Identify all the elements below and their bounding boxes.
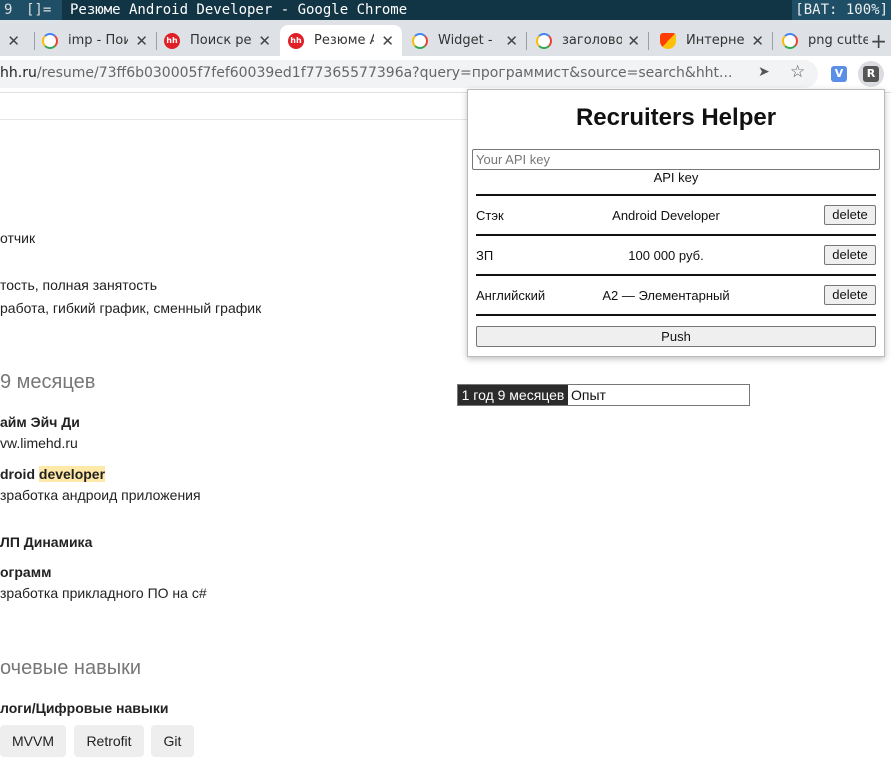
extension-recruiters-helper-button[interactable]: R — [858, 61, 884, 87]
job-role-prefix: droid — [0, 466, 39, 482]
field-value: A2 — Элементарный — [602, 288, 730, 303]
field-row-stack: Стэк Android Developer delete — [476, 205, 876, 227]
tab-title: imp - Пои — [68, 33, 128, 48]
experience-heading: 9 месяцев — [0, 371, 96, 393]
recruiters-helper-popup: Recruiters Helper API key Стэк Android D… — [467, 89, 885, 357]
workspace-indicator[interactable]: 9 — [0, 0, 17, 20]
tab-title: Интерне — [686, 33, 745, 48]
tab-title: Поиск ре — [190, 33, 252, 48]
rainbow-icon — [660, 32, 676, 49]
experience-duration-badge: 1 год 9 месяцев — [458, 385, 568, 405]
close-icon[interactable]: ✕ — [7, 32, 20, 50]
tab-title: Widget - — [438, 33, 493, 48]
job-role: droid developer — [0, 466, 106, 482]
skill-tag: MVVM — [0, 725, 66, 757]
delete-button[interactable]: delete — [824, 205, 876, 225]
google-g-icon — [782, 32, 798, 49]
job-role-highlight: developer — [38, 466, 106, 482]
delete-button[interactable]: delete — [824, 245, 876, 265]
google-g-icon — [536, 32, 552, 49]
url-text[interactable]: hh.ru/resume/73ff6b030005f7fef60039ed1f7… — [0, 65, 745, 81]
google-g-icon — [42, 32, 58, 49]
divider — [476, 194, 876, 196]
close-icon[interactable]: ✕ — [258, 32, 271, 50]
push-button[interactable]: Push — [476, 326, 876, 347]
job-company: айм Эйч Ди — [0, 414, 80, 430]
hh-icon: hh — [164, 32, 180, 49]
job-company: ЛП Динамика — [0, 534, 93, 550]
tab-partial[interactable]: ✕ — [0, 25, 34, 56]
field-value: 100 000 руб. — [628, 248, 704, 263]
close-icon[interactable]: ✕ — [135, 32, 148, 50]
send-to-device-icon[interactable]: ➤ — [758, 64, 770, 80]
tab-search[interactable]: hh Поиск ре ✕ — [156, 25, 279, 56]
employment-type: тость, полная занятость — [0, 277, 158, 293]
skills-heading: очевые навыки — [0, 657, 141, 679]
bookmark-star-icon[interactable]: ☆ — [790, 62, 805, 82]
api-key-label: API key — [653, 170, 699, 185]
tab-imp[interactable]: imp - Пои ✕ — [34, 25, 156, 56]
url-path: /resume/73ff6b030005f7fef60039ed1f773655… — [36, 65, 733, 81]
new-tab-plus-icon[interactable]: + — [870, 29, 887, 53]
extension-v-icon[interactable]: V — [831, 66, 847, 82]
google-g-icon — [412, 32, 428, 49]
extension-r-icon: R — [863, 66, 879, 82]
job-role: ограмм — [0, 564, 52, 580]
divider — [476, 234, 876, 236]
tab-zagolovok[interactable]: заголово ✕ — [526, 25, 648, 56]
header-divider — [0, 119, 470, 120]
close-icon[interactable]: ✕ — [381, 32, 394, 50]
close-icon[interactable]: ✕ — [627, 32, 640, 50]
hh-icon: hh — [288, 32, 304, 49]
job-company-site[interactable]: vw.limehd.ru — [0, 435, 78, 451]
tab-internet[interactable]: Интерне ✕ — [648, 25, 772, 56]
divider — [476, 274, 876, 276]
tab-png-cutter[interactable]: png cutte — [772, 25, 868, 56]
experience-widget: 1 год 9 месяцев Опыт — [457, 384, 750, 406]
field-row-salary: ЗП 100 000 руб. delete — [476, 245, 876, 267]
url-host: hh.ru — [0, 65, 37, 81]
tab-title: заголово — [562, 33, 622, 48]
popup-title: Recruiters Helper — [575, 104, 777, 131]
browser-toolbar: hh.ru/resume/73ff6b030005f7fef60039ed1f7… — [0, 56, 891, 93]
experience-field[interactable]: Опыт — [571, 385, 606, 405]
job-description: зработка прикладного ПО на c# — [0, 585, 207, 601]
work-schedule: работа, гибкий график, сменный график — [0, 300, 262, 316]
field-value: Android Developer — [612, 208, 720, 223]
job-description: зработка андроид приложения — [0, 487, 201, 503]
divider — [476, 314, 876, 316]
window-manager-bar: 9 []= Резюме Android Developer - Google … — [0, 0, 891, 20]
address-bar[interactable]: hh.ru/resume/73ff6b030005f7fef60039ed1f7… — [0, 60, 818, 88]
field-row-english: Английский A2 — Элементарный delete — [476, 285, 876, 307]
skills-subheading: логи/Цифровые навыки — [0, 700, 169, 716]
position-title: отчик — [0, 230, 36, 246]
tab-title: png cutte — [808, 33, 868, 48]
skill-tag: Retrofit — [74, 725, 144, 757]
battery-status: [BAT: 100%] — [795, 2, 888, 18]
delete-button[interactable]: delete — [824, 285, 876, 305]
tab-widget[interactable]: Widget - ✕ — [402, 25, 526, 56]
window-title: Резюме Android Developer - Google Chrome — [62, 0, 792, 20]
close-icon[interactable]: ✕ — [505, 32, 518, 50]
skill-tag: Git — [151, 725, 194, 757]
tab-resume[interactable]: hh Резюме A ✕ — [280, 25, 402, 56]
close-icon[interactable]: ✕ — [751, 32, 764, 50]
tab-strip: ✕ imp - Пои ✕ hh Поиск ре ✕ hh Резюме A … — [0, 20, 891, 56]
layout-indicator: []= — [26, 2, 52, 18]
api-key-input[interactable] — [472, 149, 880, 170]
tab-title: Резюме A — [314, 33, 374, 48]
